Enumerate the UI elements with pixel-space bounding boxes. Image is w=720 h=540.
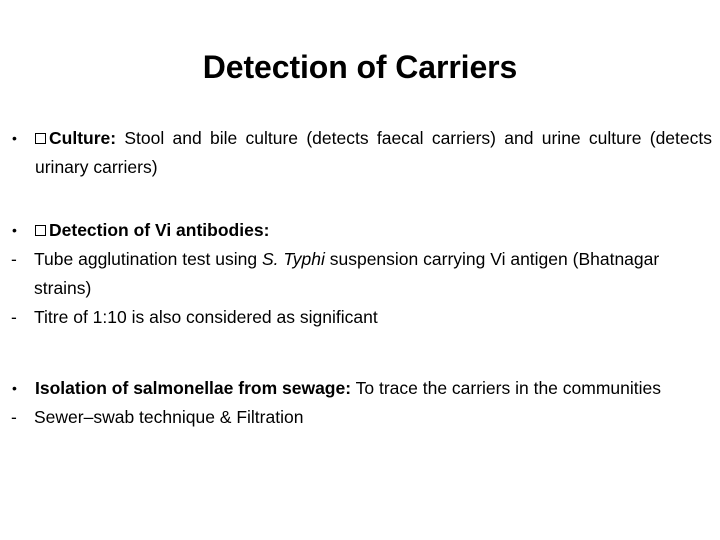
square-box-icon — [35, 224, 46, 236]
organism-name: S. Typhi — [261, 249, 325, 269]
bullet-culture-lead: Culture: — [49, 128, 117, 148]
dash-marker-icon: - — [11, 307, 17, 327]
tube-agglutination-pre: Tube agglutination test using — [34, 249, 262, 269]
bullet-culture-text: Culture: Stool and bile culture (detects… — [35, 124, 712, 182]
bullet-dot-icon: • — [12, 130, 17, 146]
subitem-sewer-swab: - Sewer–swab technique & Filtration — [10, 403, 712, 432]
dash-marker-icon: - — [11, 249, 17, 269]
subitem-tube-agglutination-text: Tube agglutination test using S. Typhi s… — [34, 245, 712, 303]
bullet-sewage-isolation-lead: Isolation of salmonellae from sewage: — [35, 378, 352, 398]
bullet-vi-antibodies-lead: Detection of Vi antibodies: — [49, 220, 270, 240]
subitem-titre: - Titre of 1:10 is also considered as si… — [10, 303, 712, 332]
page-title: Detection of Carriers — [202, 49, 518, 85]
bullet-sewage-isolation: • Isolation of salmonellae from sewage: … — [10, 374, 712, 403]
subitem-sewer-swab-text: Sewer–swab technique & Filtration — [34, 407, 304, 427]
bullet-dot-icon: • — [12, 222, 17, 238]
bullet-sewage-isolation-text: Isolation of salmonellae from sewage: To… — [35, 374, 712, 403]
bullet-vi-antibodies: • Detection of Vi antibodies: — [10, 216, 712, 245]
subitem-tube-agglutination: - Tube agglutination test using S. Typhi… — [10, 245, 712, 303]
slide-canvas: Detection of Carriers • Culture: Stool a… — [0, 0, 720, 540]
subitem-titre-text: Titre of 1:10 is also considered as sign… — [34, 307, 378, 327]
bullet-culture-body: Stool and bile culture (detects faecal c… — [35, 128, 712, 177]
bullet-dot-icon: • — [12, 380, 17, 396]
bullet-culture: • Culture: Stool and bile culture (detec… — [10, 124, 712, 182]
bullet-vi-antibodies-text: Detection of Vi antibodies: — [35, 216, 712, 245]
square-box-icon — [35, 132, 46, 144]
slide-body: • Culture: Stool and bile culture (detec… — [10, 124, 712, 432]
bullet-sewage-isolation-body: To trace the carriers in the communities — [351, 378, 662, 398]
dash-marker-icon: - — [11, 407, 17, 427]
